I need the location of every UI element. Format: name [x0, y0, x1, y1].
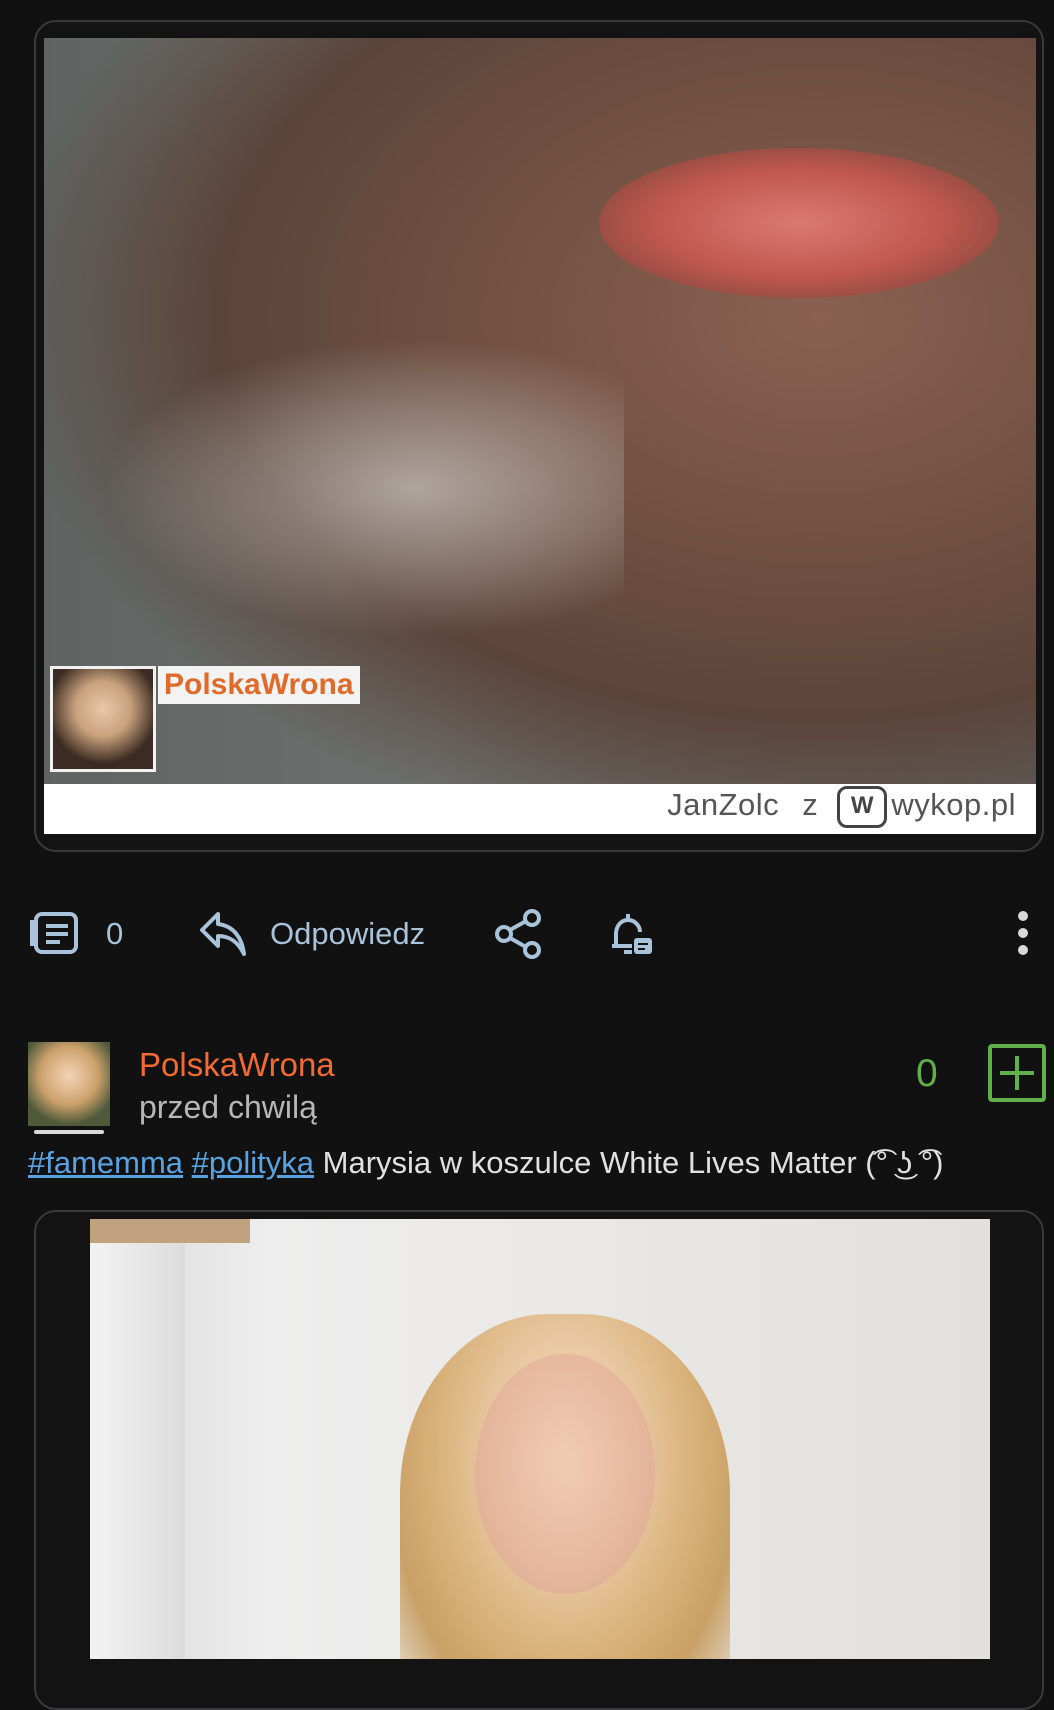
footer-separator: z [802, 787, 819, 823]
image-footer-credit: JanZolc z Wwykop.pl [667, 786, 1016, 828]
image-content-face [475, 1354, 655, 1594]
comment-body: #famemma #polityka Marysia w koszulce Wh… [28, 1145, 943, 1181]
more-options-button[interactable] [1016, 910, 1030, 956]
tag-link-polityka[interactable]: #polityka [192, 1145, 314, 1180]
tag-link-famemma[interactable]: #famemma [28, 1145, 183, 1180]
image-content-fridge [90, 1239, 185, 1659]
vote-count: 0 [916, 1052, 938, 1095]
image-watermark: PolskaWrona [50, 666, 380, 774]
share-button[interactable] [494, 908, 544, 960]
comment-header: PolskaWrona przed chwilą 0 [0, 1030, 1054, 1140]
watermark-avatar [50, 666, 156, 772]
image-content-shelf [90, 1219, 250, 1243]
image-content-lips [599, 148, 999, 298]
footer-author: JanZolc [667, 787, 780, 823]
watermark-username: PolskaWrona [158, 666, 360, 704]
reply-button[interactable]: Odpowiedz [198, 908, 425, 960]
comment-icon [28, 910, 82, 958]
share-icon [494, 908, 544, 960]
comment-timestamp: przed chwilą [139, 1089, 317, 1125]
comment-image[interactable] [90, 1219, 990, 1659]
comment-count: 0 [106, 916, 124, 951]
upvote-plus-icon[interactable] [988, 1044, 1046, 1102]
notification-button[interactable] [604, 908, 656, 960]
image-content-spray [104, 338, 624, 638]
image-footer: JanZolc z Wwykop.pl [44, 784, 1036, 834]
avatar-status-bar [34, 1130, 104, 1134]
comments-button[interactable]: 0 [28, 910, 123, 958]
post-actions-bar: 0 Odpowiedz [0, 896, 1054, 976]
comment-text: Marysia w koszulce White Lives Matter (͡… [322, 1145, 944, 1180]
comment-username[interactable]: PolskaWrona [139, 1046, 335, 1084]
footer-site: wykop.pl [891, 787, 1016, 823]
more-vertical-icon [1016, 910, 1030, 956]
wykop-logo-icon: W [837, 786, 888, 828]
post-image[interactable]: PolskaWrona JanZolc z Wwykop.pl [44, 38, 1036, 834]
avatar[interactable] [28, 1042, 110, 1126]
reply-icon [198, 908, 248, 960]
notification-bell-icon [604, 908, 656, 960]
reply-label: Odpowiedz [270, 916, 426, 951]
